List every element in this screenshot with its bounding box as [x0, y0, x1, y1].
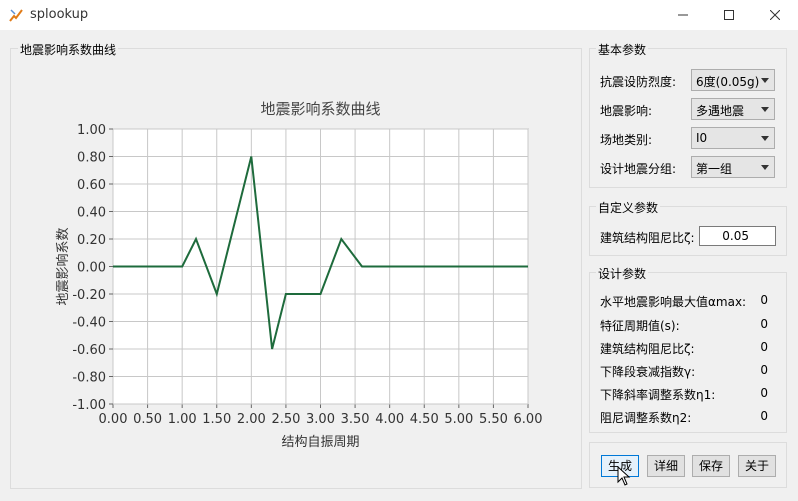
damping-label: 建筑结构阻尼比ζ: — [600, 231, 695, 245]
x-tick-label: 3.50 — [341, 412, 370, 427]
earthquake-effect-select[interactable]: 多遇地震 — [691, 98, 775, 120]
design-group-select[interactable]: 第一组 — [691, 156, 775, 178]
x-tick-label: 5.50 — [479, 412, 508, 427]
damping-input[interactable]: 0.05 — [699, 226, 776, 246]
y-tick-label: 0.40 — [77, 206, 106, 221]
x-tick-label: 2.50 — [271, 412, 300, 427]
intensity-label: 抗震设防烈度: — [600, 75, 677, 89]
x-tick-label: 4.50 — [410, 412, 439, 427]
y-tick-label: -0.20 — [72, 288, 106, 303]
x-tick-label: 0.00 — [99, 412, 128, 427]
intensity-value: 6度(0.05g) — [696, 75, 760, 89]
x-tick-label: 6.00 — [514, 412, 543, 427]
param-value: 0 — [760, 293, 768, 307]
detail-button[interactable]: 详细 — [647, 455, 685, 477]
x-tick-label: 1.00 — [168, 412, 197, 427]
chevron-down-icon — [761, 78, 769, 83]
intensity-select[interactable]: 6度(0.05g) — [691, 69, 775, 91]
param-label: 水平地震影响最大值αmax: — [600, 295, 747, 309]
design-group-label: 设计地震分组: — [600, 162, 677, 176]
x-tick-label: 5.00 — [444, 412, 473, 427]
y-tick-label: -0.80 — [72, 371, 106, 386]
earthquake-effect-value: 多遇地震 — [696, 104, 745, 118]
x-axis-label: 结构自振周期 — [281, 435, 359, 450]
chevron-down-icon — [761, 165, 769, 170]
param-value: 0 — [760, 340, 768, 354]
mouse-cursor-icon — [617, 466, 631, 486]
param-label: 特征周期值(s): — [600, 319, 680, 333]
param-label: 建筑结构阻尼比ζ: — [600, 342, 695, 356]
save-button[interactable]: 保存 — [692, 455, 730, 477]
param-value: 0 — [760, 409, 768, 423]
x-tick-label: 1.50 — [202, 412, 231, 427]
earthquake-effect-label: 地震影响: — [600, 104, 653, 118]
param-label: 阻尼调整系数η2: — [600, 411, 692, 425]
param-value: 0 — [760, 363, 768, 377]
chart-title: 地震影响系数曲线 — [260, 100, 380, 118]
site-class-select[interactable]: I0 — [691, 127, 775, 149]
param-label: 下降斜率调整系数η1: — [600, 388, 716, 402]
x-tick-label: 2.00 — [237, 412, 266, 427]
site-class-value: I0 — [696, 131, 708, 145]
y-axis-label: 地震影响系数 — [55, 227, 71, 305]
app-window: splookup 地震影响系数曲线 0.00 0.50 1.00 1.50 2.00 2.… — [0, 0, 798, 501]
y-tick-label: 0.80 — [77, 151, 106, 166]
about-button[interactable]: 关于 — [738, 455, 776, 477]
x-tick-label: 4.00 — [375, 412, 404, 427]
design-group-value: 第一组 — [696, 162, 733, 176]
param-value: 0 — [760, 317, 768, 331]
y-tick-label: -1.00 — [72, 398, 106, 413]
design-params-title: 设计参数 — [596, 265, 649, 282]
x-tick-label: 3.00 — [306, 412, 335, 427]
damping-input-value: 0.05 — [722, 229, 749, 243]
param-label: 下降段衰减指数γ: — [600, 365, 696, 379]
x-tick-label: 0.50 — [133, 412, 162, 427]
custom-params-title: 自定义参数 — [596, 199, 661, 216]
param-value: 0 — [760, 386, 768, 400]
chevron-down-icon — [761, 107, 769, 112]
y-tick-label: 0.60 — [77, 178, 106, 193]
site-class-label: 场地类别: — [600, 133, 653, 147]
y-tick-label: 1.00 — [77, 123, 106, 138]
chevron-down-icon — [761, 136, 769, 141]
y-tick-label: -0.60 — [72, 343, 106, 358]
basic-params-title: 基本参数 — [596, 41, 649, 58]
y-tick-label: -0.40 — [72, 316, 106, 331]
y-tick-label: 0.00 — [77, 261, 106, 276]
y-tick-label: 0.20 — [77, 233, 106, 248]
